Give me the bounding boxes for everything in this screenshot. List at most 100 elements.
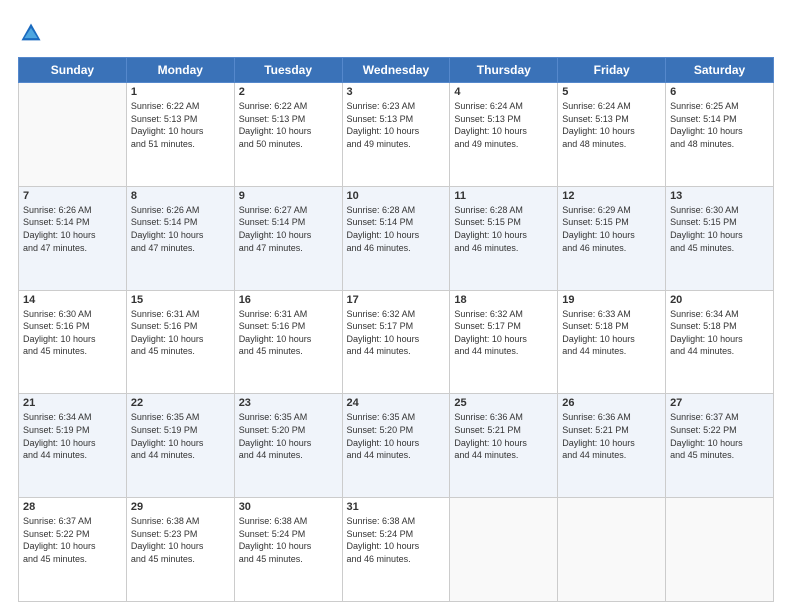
calendar-cell: 31 Sunrise: 6:38 AM Sunset: 5:24 PM Dayli… [342,498,450,602]
day-number: 20 [670,294,769,306]
cell-content: Sunrise: 6:36 AM Sunset: 5:21 PM Dayligh… [454,411,553,461]
calendar-cell: 25 Sunrise: 6:36 AM Sunset: 5:21 PM Dayli… [450,394,558,498]
calendar-cell: 6 Sunrise: 6:25 AM Sunset: 5:14 PM Daylig… [666,83,774,187]
day-number: 21 [23,397,122,409]
logo-icon [20,22,42,44]
day-number: 7 [23,190,122,202]
day-number: 26 [562,397,661,409]
calendar-cell: 12 Sunrise: 6:29 AM Sunset: 5:15 PM Dayli… [558,186,666,290]
calendar-cell: 26 Sunrise: 6:36 AM Sunset: 5:21 PM Dayli… [558,394,666,498]
cell-content: Sunrise: 6:22 AM Sunset: 5:13 PM Dayligh… [239,100,338,150]
day-number: 6 [670,86,769,98]
calendar-cell: 24 Sunrise: 6:35 AM Sunset: 5:20 PM Dayli… [342,394,450,498]
cell-content: Sunrise: 6:28 AM Sunset: 5:15 PM Dayligh… [454,204,553,254]
calendar-cell [450,498,558,602]
cell-content: Sunrise: 6:25 AM Sunset: 5:14 PM Dayligh… [670,100,769,150]
calendar-cell: 17 Sunrise: 6:32 AM Sunset: 5:17 PM Dayli… [342,290,450,394]
day-number: 18 [454,294,553,306]
cell-content: Sunrise: 6:35 AM Sunset: 5:20 PM Dayligh… [347,411,446,461]
calendar-cell: 28Sunrise: 6:37 AM Sunset: 5:22 PM Dayli… [19,498,127,602]
cell-content: Sunrise: 6:30 AM Sunset: 5:15 PM Dayligh… [670,204,769,254]
weekday-header-wednesday: Wednesday [342,58,450,83]
weekday-header-sunday: Sunday [19,58,127,83]
calendar-week-row: 7 Sunrise: 6:26 AM Sunset: 5:14 PM Daylig… [19,186,774,290]
cell-content: Sunrise: 6:32 AM Sunset: 5:17 PM Dayligh… [454,308,553,358]
day-number: 15 [131,294,230,306]
cell-content: Sunrise: 6:30 AM Sunset: 5:16 PM Dayligh… [23,308,122,358]
calendar-cell: 7 Sunrise: 6:26 AM Sunset: 5:14 PM Daylig… [19,186,127,290]
calendar-cell: 23 Sunrise: 6:35 AM Sunset: 5:20 PM Dayli… [234,394,342,498]
day-number: 16 [239,294,338,306]
header [18,18,774,49]
weekday-header-friday: Friday [558,58,666,83]
day-number: 14 [23,294,122,306]
day-number: 28 [23,501,122,513]
day-number: 24 [347,397,446,409]
calendar-cell: 8Sunrise: 6:26 AM Sunset: 5:14 PM Daylig… [126,186,234,290]
cell-content: Sunrise: 6:23 AM Sunset: 5:13 PM Dayligh… [347,100,446,150]
day-number: 25 [454,397,553,409]
weekday-header-thursday: Thursday [450,58,558,83]
day-number: 23 [239,397,338,409]
day-number: 12 [562,190,661,202]
day-number: 2 [239,86,338,98]
calendar-table: SundayMondayTuesdayWednesdayThursdayFrid… [18,57,774,602]
day-number: 31 [347,501,446,513]
calendar-cell [558,498,666,602]
calendar-cell: 20 Sunrise: 6:34 AM Sunset: 5:18 PM Dayli… [666,290,774,394]
calendar-cell: 10Sunrise: 6:28 AM Sunset: 5:14 PM Dayli… [342,186,450,290]
cell-content: Sunrise: 6:37 AM Sunset: 5:22 PM Dayligh… [670,411,769,461]
cell-content: Sunrise: 6:29 AM Sunset: 5:15 PM Dayligh… [562,204,661,254]
calendar-cell: 29 Sunrise: 6:38 AM Sunset: 5:23 PM Dayli… [126,498,234,602]
day-number: 19 [562,294,661,306]
calendar-cell: 14 Sunrise: 6:30 AM Sunset: 5:16 PM Dayli… [19,290,127,394]
day-number: 4 [454,86,553,98]
calendar-cell: 2 Sunrise: 6:22 AM Sunset: 5:13 PM Daylig… [234,83,342,187]
cell-content: Sunrise: 6:32 AM Sunset: 5:17 PM Dayligh… [347,308,446,358]
cell-content: Sunrise: 6:38 AM Sunset: 5:24 PM Dayligh… [347,515,446,565]
cell-content: Sunrise: 6:26 AM Sunset: 5:14 PM Dayligh… [23,204,122,254]
cell-content: Sunrise: 6:38 AM Sunset: 5:23 PM Dayligh… [131,515,230,565]
calendar-cell: 3 Sunrise: 6:23 AM Sunset: 5:13 PM Daylig… [342,83,450,187]
calendar-cell: 4Sunrise: 6:24 AM Sunset: 5:13 PM Daylig… [450,83,558,187]
cell-content: Sunrise: 6:27 AM Sunset: 5:14 PM Dayligh… [239,204,338,254]
weekday-header-row: SundayMondayTuesdayWednesdayThursdayFrid… [19,58,774,83]
calendar-cell: 5 Sunrise: 6:24 AM Sunset: 5:13 PM Daylig… [558,83,666,187]
day-number: 3 [347,86,446,98]
calendar-cell: 27Sunrise: 6:37 AM Sunset: 5:22 PM Dayli… [666,394,774,498]
cell-content: Sunrise: 6:33 AM Sunset: 5:18 PM Dayligh… [562,308,661,358]
calendar-cell: 22Sunrise: 6:35 AM Sunset: 5:19 PM Dayli… [126,394,234,498]
calendar-cell: 9 Sunrise: 6:27 AM Sunset: 5:14 PM Daylig… [234,186,342,290]
logo [18,22,46,49]
day-number: 5 [562,86,661,98]
calendar-cell: 1Sunrise: 6:22 AM Sunset: 5:13 PM Daylig… [126,83,234,187]
day-number: 11 [454,190,553,202]
page: SundayMondayTuesdayWednesdayThursdayFrid… [0,0,792,612]
cell-content: Sunrise: 6:22 AM Sunset: 5:13 PM Dayligh… [131,100,230,150]
cell-content: Sunrise: 6:26 AM Sunset: 5:14 PM Dayligh… [131,204,230,254]
calendar-cell [666,498,774,602]
calendar-cell: 21 Sunrise: 6:34 AM Sunset: 5:19 PM Dayli… [19,394,127,498]
day-number: 29 [131,501,230,513]
cell-content: Sunrise: 6:35 AM Sunset: 5:20 PM Dayligh… [239,411,338,461]
day-number: 9 [239,190,338,202]
calendar-cell [19,83,127,187]
calendar-week-row: 28Sunrise: 6:37 AM Sunset: 5:22 PM Dayli… [19,498,774,602]
cell-content: Sunrise: 6:24 AM Sunset: 5:13 PM Dayligh… [562,100,661,150]
calendar-cell: 19 Sunrise: 6:33 AM Sunset: 5:18 PM Dayli… [558,290,666,394]
calendar-cell: 11 Sunrise: 6:28 AM Sunset: 5:15 PM Dayli… [450,186,558,290]
day-number: 22 [131,397,230,409]
day-number: 17 [347,294,446,306]
cell-content: Sunrise: 6:34 AM Sunset: 5:19 PM Dayligh… [23,411,122,461]
cell-content: Sunrise: 6:34 AM Sunset: 5:18 PM Dayligh… [670,308,769,358]
calendar-week-row: 14 Sunrise: 6:30 AM Sunset: 5:16 PM Dayli… [19,290,774,394]
cell-content: Sunrise: 6:38 AM Sunset: 5:24 PM Dayligh… [239,515,338,565]
day-number: 10 [347,190,446,202]
calendar-week-row: 21 Sunrise: 6:34 AM Sunset: 5:19 PM Dayli… [19,394,774,498]
cell-content: Sunrise: 6:36 AM Sunset: 5:21 PM Dayligh… [562,411,661,461]
calendar-cell: 13Sunrise: 6:30 AM Sunset: 5:15 PM Dayli… [666,186,774,290]
weekday-header-tuesday: Tuesday [234,58,342,83]
calendar-cell: 15Sunrise: 6:31 AM Sunset: 5:16 PM Dayli… [126,290,234,394]
calendar-cell: 16Sunrise: 6:31 AM Sunset: 5:16 PM Dayli… [234,290,342,394]
weekday-header-saturday: Saturday [666,58,774,83]
